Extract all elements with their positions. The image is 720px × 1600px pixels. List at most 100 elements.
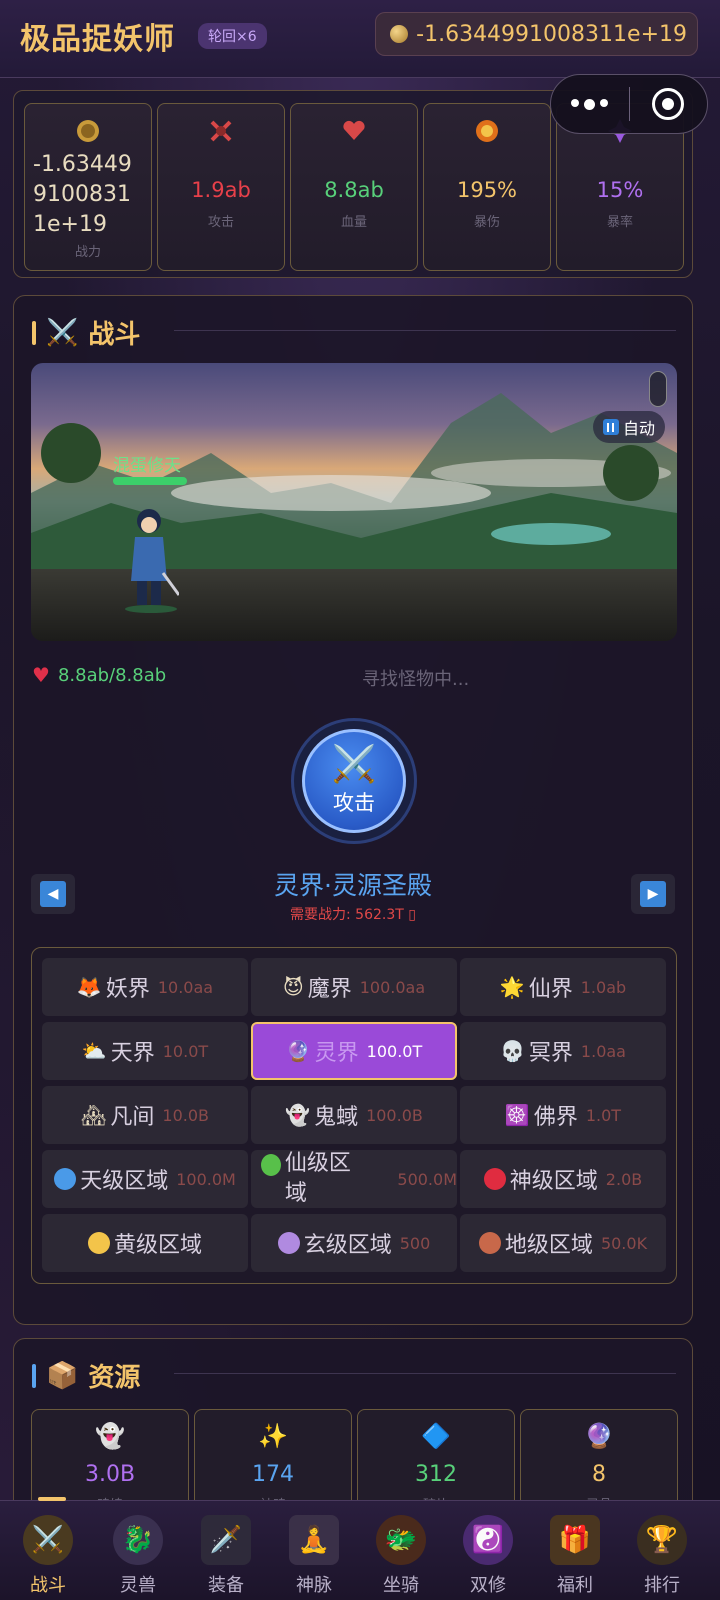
- meditation-icon: 🧘: [289, 1515, 339, 1565]
- stat-value: 195%: [456, 178, 518, 202]
- close-miniprogram-icon[interactable]: [630, 88, 708, 120]
- ghost-icon: 👻: [95, 1422, 125, 1450]
- next-realm-button[interactable]: ▶: [631, 874, 675, 914]
- zone-name: 天级区域: [80, 1169, 169, 1194]
- tab-label: 灵兽: [120, 1575, 156, 1596]
- blue-circle-icon: [54, 1168, 77, 1190]
- section-divider: [174, 1373, 676, 1374]
- hero-character: [125, 509, 179, 613]
- purple-circle-icon: [277, 1232, 300, 1254]
- pause-icon: [602, 419, 619, 435]
- zone-button[interactable]: 地级区域 50.0K: [460, 1214, 666, 1272]
- active-tab-indicator: [38, 1497, 66, 1501]
- resource-value: 8: [592, 1462, 606, 1487]
- zone-button[interactable]: 🏘 凡间 10.0B: [42, 1086, 248, 1144]
- tab-label: 双修: [470, 1575, 506, 1596]
- diamond-icon: 🔷: [421, 1422, 451, 1450]
- current-realm-name: 灵界·灵源圣殿: [274, 871, 432, 900]
- crossed-swords-icon: ⚔️: [46, 317, 79, 348]
- zone-name: 仙级区域: [284, 1151, 351, 1206]
- tab-dual-cultivation[interactable]: ☯️ 双修: [444, 1501, 532, 1600]
- devil-icon: 😈: [282, 975, 304, 999]
- yin-yang-icon: ☯️: [463, 1515, 513, 1565]
- zone-button[interactable]: 💀 冥界 1.0aa: [460, 1022, 666, 1080]
- tab-label: 战斗: [30, 1575, 66, 1596]
- scene-scroll-handle[interactable]: [649, 371, 667, 407]
- auto-battle-toggle[interactable]: 自动: [592, 411, 665, 443]
- zone-requirement: 50.0K: [600, 1233, 648, 1253]
- tab-equipment[interactable]: 🗡️ 装备: [182, 1501, 270, 1600]
- stat-value: -1.6344991008311e+19: [33, 152, 132, 237]
- tab-ranking[interactable]: 🏆 排行: [618, 1501, 706, 1600]
- dharma-wheel-icon: ☸️: [504, 1103, 530, 1127]
- brown-circle-icon: [478, 1232, 501, 1254]
- zone-button[interactable]: 🦊 妖界 10.0aa: [42, 958, 248, 1016]
- treasure-chest-icon: 🎁: [550, 1515, 600, 1565]
- red-circle-icon: [483, 1168, 506, 1190]
- zone-requirement: 1.0aa: [580, 1041, 626, 1061]
- crossed-swords-icon: ⚔️: [331, 744, 377, 785]
- tab-battle[interactable]: ⚔️ 战斗: [4, 1497, 92, 1600]
- zone-name: 灵界: [314, 1041, 359, 1066]
- tab-label: 神脉: [296, 1575, 332, 1596]
- zone-button[interactable]: 👻 鬼蜮 100.0B: [251, 1086, 457, 1144]
- tab-welfare[interactable]: 🎁 福利: [531, 1501, 619, 1600]
- stat-card-crit-damage: 195% 暴伤: [423, 103, 551, 271]
- attack-button-face: ⚔️ 攻击: [302, 729, 406, 833]
- auto-label: 自动: [622, 419, 655, 438]
- attack-button[interactable]: ⚔️ 攻击: [291, 718, 417, 844]
- zone-button[interactable]: 😈 魔界 100.0aa: [251, 958, 457, 1016]
- zone-name: 鬼蜮: [314, 1105, 359, 1130]
- tab-mount[interactable]: 🐲 坐骑: [357, 1501, 445, 1600]
- zone-button[interactable]: 🌟 仙界 1.0ab: [460, 958, 666, 1016]
- cloud-sun-icon: ⛅: [81, 1039, 107, 1063]
- coin-icon: [77, 120, 99, 142]
- stat-label: 攻击: [207, 215, 234, 230]
- zone-button[interactable]: 神级区域 2.0B: [460, 1150, 666, 1208]
- stat-value: 8.8ab: [324, 178, 384, 202]
- tab-label: 装备: [208, 1575, 244, 1596]
- sword-icon: 🗡️: [201, 1515, 251, 1565]
- zone-name: 魔界: [307, 977, 352, 1002]
- zone-button[interactable]: 天级区域 100.0M: [42, 1150, 248, 1208]
- green-circle-icon: [261, 1154, 281, 1176]
- zone-name: 凡间: [110, 1105, 155, 1130]
- stat-value: 1.9ab: [191, 178, 251, 202]
- zone-button[interactable]: ☸️ 佛界 1.0T: [460, 1086, 666, 1144]
- beast-icon: 🐉: [113, 1515, 163, 1565]
- zone-requirement: 100.0aa: [359, 977, 426, 997]
- zone-name: 黄级区域: [113, 1233, 202, 1258]
- sparkles-icon: ✨: [258, 1422, 288, 1450]
- tab-divine-meridian[interactable]: 🧘 神脉: [270, 1501, 358, 1600]
- river: [491, 523, 611, 545]
- zone-requirement: 500: [399, 1233, 431, 1253]
- miniprogram-capsule: [550, 74, 708, 134]
- zone-requirement: 1.0ab: [580, 977, 627, 997]
- zone-name: 地级区域: [504, 1233, 593, 1258]
- zone-button[interactable]: 黄级区域: [42, 1214, 248, 1272]
- stat-card-hp: 8.8ab 血量: [290, 103, 418, 271]
- yellow-circle-icon: [87, 1232, 110, 1254]
- attack-icon: [210, 120, 232, 142]
- stat-value: 15%: [596, 178, 644, 202]
- crystal-ball-icon: 🔮: [285, 1039, 311, 1063]
- hero-hp-row: ♥ 8.8ab/8.8ab: [32, 663, 166, 687]
- hp-icon: [343, 120, 365, 140]
- tab-label: 排行: [644, 1575, 680, 1596]
- stat-card-power: -1.6344991008311e+19 战力: [24, 103, 152, 271]
- section-title: 资源: [88, 1363, 141, 1393]
- zone-requirement: 10.0T: [162, 1041, 209, 1061]
- zone-button[interactable]: 仙级区域 500.0M: [251, 1150, 457, 1208]
- zone-button[interactable]: 玄级区域 500: [251, 1214, 457, 1272]
- zone-button[interactable]: ⛅ 天界 10.0T: [42, 1022, 248, 1080]
- more-menu-icon[interactable]: [551, 98, 629, 110]
- tab-label: 福利: [557, 1575, 593, 1596]
- zone-name: 玄级区域: [303, 1233, 392, 1258]
- zone-requirement: 10.0B: [162, 1105, 209, 1125]
- zone-name: 神级区域: [509, 1169, 598, 1194]
- zone-button-selected[interactable]: 🔮 灵界 100.0T: [251, 1022, 457, 1080]
- tab-spirit-beast[interactable]: 🐉 灵兽: [94, 1501, 182, 1600]
- battle-scene: 自动 混蛋修天: [31, 363, 677, 641]
- rebirth-badge: 轮回×6: [198, 23, 267, 49]
- dragon-icon: 🐲: [376, 1515, 426, 1565]
